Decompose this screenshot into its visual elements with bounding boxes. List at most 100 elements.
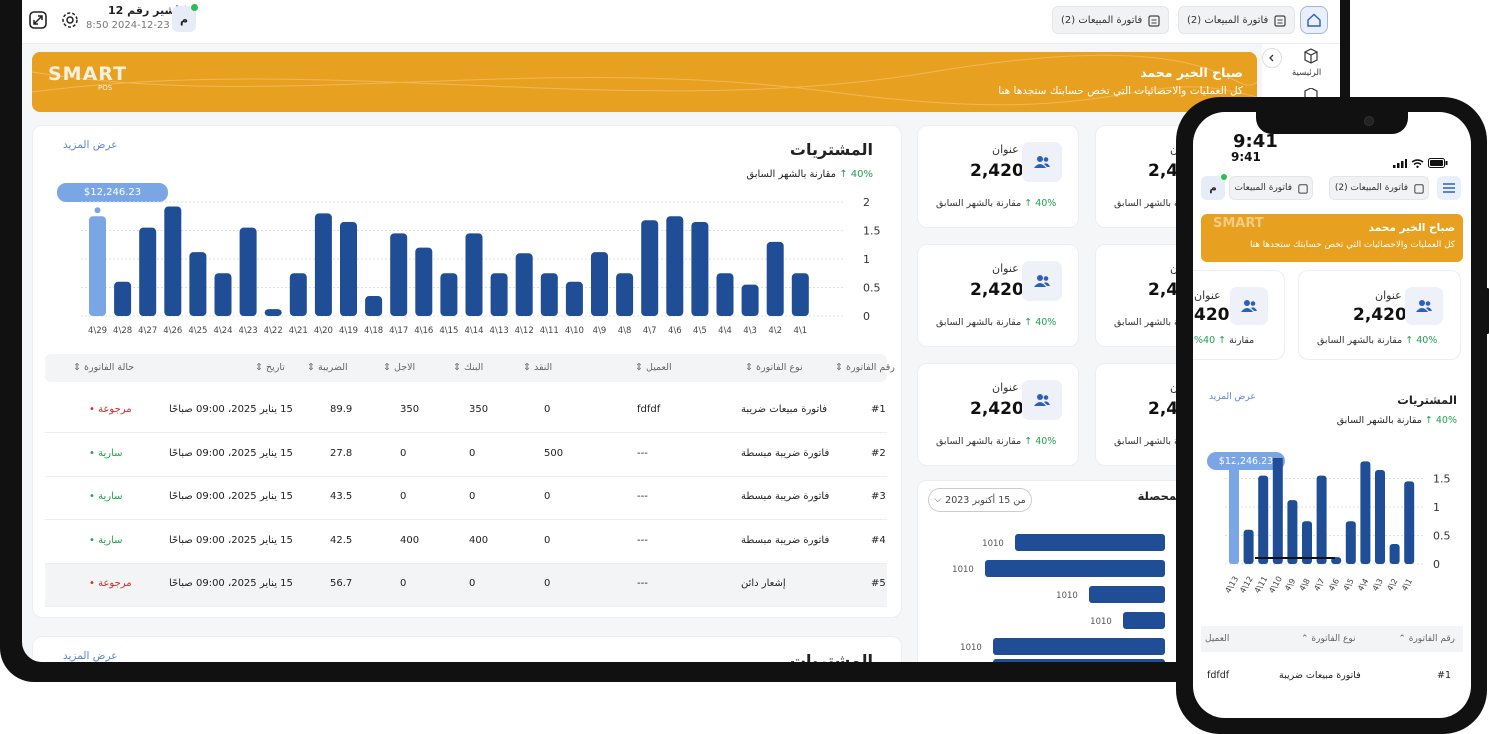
chart-bar[interactable]: [264, 309, 282, 316]
phone-tab-sales-1[interactable]: فاتورة المبيعات (2): [1329, 176, 1429, 200]
chart-point-marker: [94, 207, 101, 214]
chart-bar[interactable]: [1316, 475, 1327, 564]
tab-sales-invoice-1[interactable]: فاتورة المبيعات (2): [1052, 6, 1170, 34]
banner-greeting: صباح الخير محمد: [1368, 222, 1455, 234]
chart-bar[interactable]: [766, 241, 784, 316]
x-tick-label: 4\27: [138, 326, 157, 336]
chart-bar[interactable]: [214, 273, 232, 316]
phone-tab-sales-2[interactable]: فاتورة المبيعات: [1229, 176, 1313, 200]
chart-bar[interactable]: [993, 659, 1165, 662]
x-tick-label: 4\8: [618, 326, 632, 336]
status-time-large: 9:41: [1233, 131, 1278, 152]
chart-bar[interactable]: [591, 252, 608, 316]
phone-avatar[interactable]: م: [1201, 174, 1227, 200]
chart-bar[interactable]: [985, 560, 1165, 577]
date-filter-select[interactable]: من 15 أكتوبر 2023 ⌵: [928, 488, 1032, 512]
chart-bar[interactable]: [1404, 481, 1415, 564]
chart-bar[interactable]: [1287, 500, 1298, 564]
col-header-bank[interactable]: ⇕ البنك: [453, 362, 483, 373]
chart-bar[interactable]: [239, 227, 257, 316]
chart-bar[interactable]: [164, 206, 182, 316]
chart-bar[interactable]: [340, 221, 357, 316]
chart-bar[interactable]: [440, 273, 458, 316]
clipboard-icon: [1298, 183, 1308, 194]
phone-kpi-card-cut[interactable]: 420 عنوان مقارنة ↑ 40%: [1193, 270, 1285, 360]
chart-bar[interactable]: [565, 281, 583, 316]
box-icon[interactable]: [1301, 46, 1321, 66]
home-icon[interactable]: [1300, 6, 1328, 34]
kpi-card[interactable]: عنوان 2,420 40% ↑ مقارنة بالشهر السابق: [917, 125, 1079, 228]
chart-bar[interactable]: [365, 296, 383, 316]
chart-bar[interactable]: [139, 227, 157, 316]
chart-bar[interactable]: [114, 281, 132, 316]
phone-kpi-card[interactable]: عنوان 2,420 40% ↑ مقارنة بالشهر السابق: [1298, 270, 1461, 360]
kpi-card[interactable]: عنوان 2,420 40% ↑ مقارنة بالشهر السابق: [917, 244, 1079, 347]
col-header-invoice-type[interactable]: ⇕ نوع الفاتورة: [745, 362, 803, 373]
expand-icon[interactable]: [28, 10, 48, 30]
chart-bar[interactable]: [415, 247, 433, 316]
chart-bar[interactable]: [289, 273, 307, 316]
chart-bar[interactable]: [666, 216, 684, 316]
x-tick-label: 4\19: [339, 326, 358, 336]
chart-bar[interactable]: [189, 252, 207, 316]
chart-bar[interactable]: [1123, 612, 1165, 629]
col-header-invoice-type[interactable]: ⌃ نوع الفاتورة: [1301, 634, 1356, 644]
chart-bar[interactable]: [1089, 586, 1165, 603]
clipboard-icon: [1414, 183, 1424, 194]
chart-bar[interactable]: [390, 233, 408, 316]
chart-bar[interactable]: [691, 221, 709, 316]
chart-bar[interactable]: [1345, 521, 1356, 564]
chart-bar[interactable]: [1015, 534, 1165, 551]
smart-pos-logo: SMART: [1213, 216, 1264, 231]
kpi-card[interactable]: عنوان 2,420 40% ↑ مقارنة بالشهر السابق: [917, 363, 1079, 466]
tab-sales-invoice-2[interactable]: فاتورة المبيعات (2): [1178, 6, 1296, 34]
avatar[interactable]: م: [172, 4, 198, 32]
col-header-status[interactable]: ⇕ حالة الفاتورة: [73, 362, 134, 373]
col-header-invoice-no[interactable]: ⇕ رقم الفاتورة: [835, 362, 895, 373]
chart-bar[interactable]: [791, 273, 809, 316]
chart-bar[interactable]: [1389, 544, 1400, 564]
col-header-cash[interactable]: ⇕ النقد: [523, 362, 552, 373]
col-header-tax[interactable]: ⇕ الضريبة: [307, 362, 348, 373]
show-more-link[interactable]: عرض المزيد: [63, 139, 118, 151]
show-more-link[interactable]: عرض المزيد: [63, 650, 118, 662]
col-header-invoice-no[interactable]: ⌃ رقم الفاتورة: [1398, 634, 1455, 644]
chart-bar[interactable]: [1243, 529, 1254, 564]
chart-bar[interactable]: [993, 638, 1165, 655]
cell-invoice-type: فاتورة مبيعات ضريبة: [741, 404, 828, 415]
chart-bar[interactable]: [1229, 464, 1239, 564]
x-tick-label: 4\28: [113, 326, 132, 336]
chart-bar[interactable]: [490, 273, 508, 316]
chart-bar[interactable]: [515, 253, 533, 316]
collapse-chevron-icon[interactable]: [1262, 48, 1282, 68]
collected-amounts-card: المبالغ المحصلة من 15 أكتوبر 2023 ⌵ 1010…: [917, 480, 1226, 662]
x-tick-label: 4\25: [188, 326, 207, 336]
chart-bar[interactable]: [89, 216, 106, 316]
phone-notch: [1256, 112, 1408, 134]
gear-icon[interactable]: [60, 10, 80, 30]
col-header-customer[interactable]: ⇕ العميل: [635, 362, 672, 373]
menu-icon[interactable]: [1437, 176, 1461, 200]
show-more-link[interactable]: عرض المزيد: [1209, 392, 1256, 402]
chart-bar[interactable]: [465, 233, 483, 316]
cell-invoice-type: إشعار دائن: [741, 578, 786, 589]
chart-bar[interactable]: [1360, 461, 1371, 564]
chart-bar[interactable]: [540, 273, 558, 316]
chart-bar[interactable]: [641, 220, 659, 316]
phone-welcome-banner: صباح الخير محمد كل العمليات والاحصائيات …: [1201, 214, 1463, 262]
chart-bar[interactable]: [1375, 469, 1385, 564]
chart-bar[interactable]: [741, 284, 759, 316]
col-header-customer[interactable]: العميل: [1205, 634, 1229, 644]
col-header-date[interactable]: ⇕ تاريخ: [255, 362, 285, 373]
chart-bar[interactable]: [616, 273, 634, 316]
sidebar-item-home[interactable]: الرئيسية: [1292, 68, 1321, 78]
chart-bar[interactable]: [716, 273, 734, 316]
chart-bar[interactable]: [1272, 458, 1283, 564]
chart-bar[interactable]: [1258, 475, 1269, 564]
purchases-card-2: المشتريات عرض المزيد: [32, 636, 902, 662]
y-tick-label: 2: [863, 196, 870, 209]
col-header-credit[interactable]: ⇕ الاجل: [383, 362, 415, 373]
chart-bar[interactable]: [314, 213, 332, 316]
bar-value-label: 1010: [1056, 591, 1078, 601]
banner-subtitle: كل العمليات والاحصائيات التي تخص حسابتك …: [1249, 240, 1455, 250]
